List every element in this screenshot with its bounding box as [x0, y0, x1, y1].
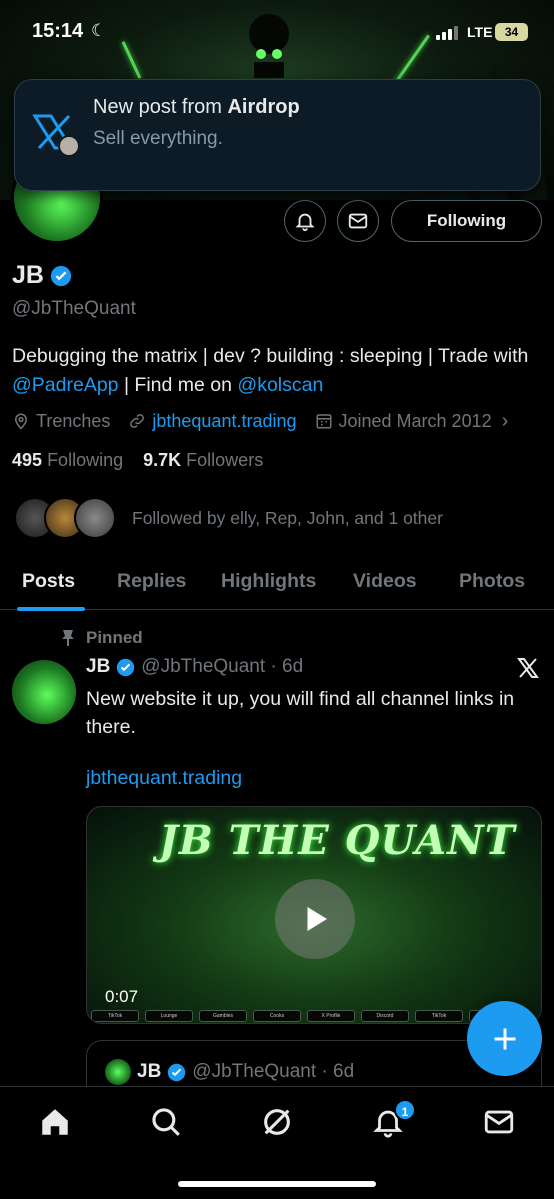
notification-title: New post from Airdrop	[93, 96, 300, 118]
home-icon[interactable]	[38, 1105, 72, 1139]
post-video[interactable]: JB THE QUANT 0:07 TikTok Lounge Gambles Coo…	[86, 806, 542, 1024]
post-link[interactable]: jbthequant.trading	[86, 767, 242, 790]
profile-bio: Debugging the matrix | dev ? building : …	[12, 345, 529, 396]
status-bar: 15:14 ☾ LTE 34	[0, 0, 554, 62]
calendar-icon	[316, 414, 331, 429]
pinned-label: Pinned	[60, 628, 143, 648]
profile-location: Trenches	[36, 410, 111, 431]
network-type: LTE	[467, 24, 493, 40]
bio-mention-kolscan[interactable]: @kolscan	[237, 374, 323, 396]
video-duration: 0:07	[105, 987, 139, 1006]
tab-videos[interactable]: Videos	[353, 570, 417, 593]
battery-icon: 34	[495, 23, 528, 41]
following-button[interactable]: Following	[391, 200, 542, 242]
notification-body: Sell everything.	[93, 128, 223, 149]
post-text: New website it up, you will find all cha…	[86, 688, 515, 738]
focus-moon-icon: ☾	[91, 21, 107, 40]
verified-badge-icon	[117, 658, 135, 676]
notifications-badge: 1	[394, 1099, 416, 1121]
verified-badge-icon	[168, 1063, 186, 1081]
post-handle-time: @JbTheQuant · 6d	[141, 656, 304, 677]
grok-icon[interactable]	[260, 1105, 294, 1139]
message-button[interactable]	[337, 200, 379, 242]
bell-plus-icon	[295, 213, 315, 232]
app-x-icon	[32, 114, 80, 157]
video-title-art: JB THE QUANT	[159, 817, 516, 864]
followers-link[interactable]: 9.7K Followers	[143, 450, 263, 470]
messages-envelope-icon[interactable]	[482, 1105, 516, 1139]
post-avatar[interactable]	[12, 660, 76, 724]
profile-name: JB	[12, 261, 72, 290]
home-indicator[interactable]	[178, 1181, 376, 1187]
post-header: JB @JbTheQuant · 6d	[86, 656, 303, 678]
avatar	[74, 497, 116, 539]
pin-icon	[62, 630, 74, 646]
chevron-right-icon[interactable]: ›	[502, 410, 509, 433]
notify-bell-button[interactable]	[284, 200, 326, 242]
bottom-navigation: 1	[0, 1086, 554, 1199]
profile-joined: Joined March 2012	[338, 410, 492, 431]
play-icon	[307, 907, 327, 931]
x-logo-icon[interactable]	[516, 656, 540, 680]
followed-by-text: Followed by elly, Rep, John, and 1 other	[132, 507, 443, 528]
tab-posts[interactable]: Posts	[22, 570, 75, 593]
profile-meta: Trenches jbthequant.trading Joined March…	[12, 409, 552, 433]
following-link[interactable]: 495 Following	[12, 450, 123, 470]
avatar	[105, 1059, 131, 1085]
profile-handle: @JbTheQuant	[12, 298, 136, 319]
quote-author-name: JB	[137, 1061, 162, 1082]
notification-sender: Airdrop	[227, 96, 300, 118]
video-link-chips: TikTok Lounge Gambles Cooks X Profile Discord…	[91, 1010, 517, 1022]
tab-replies[interactable]: Replies	[117, 570, 186, 593]
post-author-name[interactable]: JB	[86, 656, 110, 678]
link-icon	[130, 414, 145, 428]
quote-handle-time: @JbTheQuant · 6d	[192, 1061, 355, 1082]
envelope-icon	[348, 213, 368, 229]
followed-by-row[interactable]: Followed by elly, Rep, John, and 1 other	[14, 496, 443, 540]
location-icon	[14, 413, 28, 430]
tab-highlights[interactable]: Highlights	[221, 570, 316, 593]
follow-counts: 495 Following 9.7K Followers	[12, 450, 263, 471]
tab-photos[interactable]: Photos	[459, 570, 525, 593]
verified-badge-icon	[50, 265, 72, 286]
compose-post-button[interactable]	[467, 1001, 542, 1076]
cell-signal-icon	[436, 26, 458, 40]
status-time: 15:14	[32, 20, 84, 42]
profile-website[interactable]: jbthequant.trading	[152, 411, 296, 432]
search-icon[interactable]	[149, 1105, 183, 1139]
bio-mention-padreapp[interactable]: @PadreApp	[12, 374, 119, 396]
play-button[interactable]	[275, 879, 355, 959]
active-tab-indicator	[17, 607, 85, 611]
plus-icon	[494, 1028, 515, 1049]
profile-tabs: Posts Replies Highlights Videos Photos	[0, 560, 554, 610]
push-notification[interactable]: New post from Airdrop Sell everything.	[14, 79, 541, 191]
